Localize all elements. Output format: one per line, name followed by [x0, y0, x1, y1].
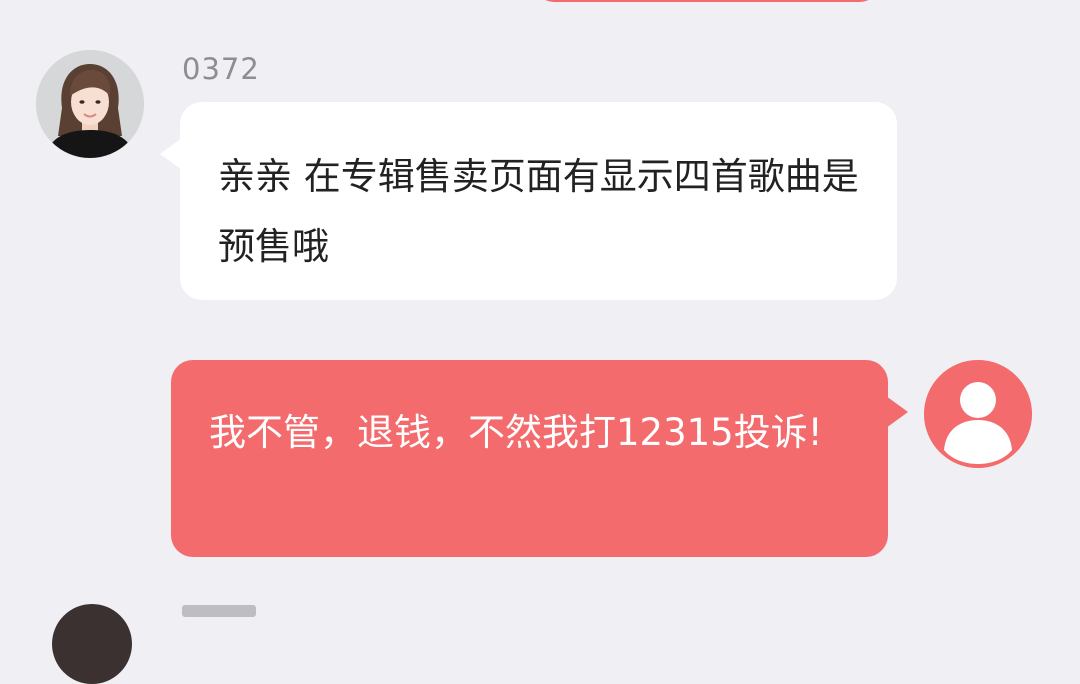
- agent-photo-avatar-icon: [36, 50, 144, 158]
- outgoing-message-text: 我不管，退钱，不然我打12315投诉!: [209, 411, 823, 454]
- outgoing-message-bubble[interactable]: 我不管，退钱，不然我打12315投诉!: [171, 360, 888, 557]
- user-avatar[interactable]: [924, 360, 1032, 468]
- previous-outgoing-bubble[interactable]: [536, 0, 878, 2]
- incoming-bubble-tail: [160, 138, 182, 170]
- sender-name: 0372: [182, 52, 260, 86]
- agent-avatar[interactable]: [36, 50, 144, 158]
- next-message-avatar[interactable]: [52, 604, 132, 684]
- chat-message-list[interactable]: 0372 亲亲 在专辑售卖页面有显示四首歌曲是预售哦 我不管，退钱，不然我打12…: [0, 0, 1080, 684]
- incoming-message-bubble[interactable]: 亲亲 在专辑售卖页面有显示四首歌曲是预售哦: [180, 102, 897, 300]
- next-sender-name: [182, 603, 262, 617]
- incoming-message-text: 亲亲 在专辑售卖页面有显示四首歌曲是预售哦: [218, 155, 859, 268]
- default-user-icon: [924, 360, 1032, 468]
- outgoing-bubble-tail: [886, 396, 908, 428]
